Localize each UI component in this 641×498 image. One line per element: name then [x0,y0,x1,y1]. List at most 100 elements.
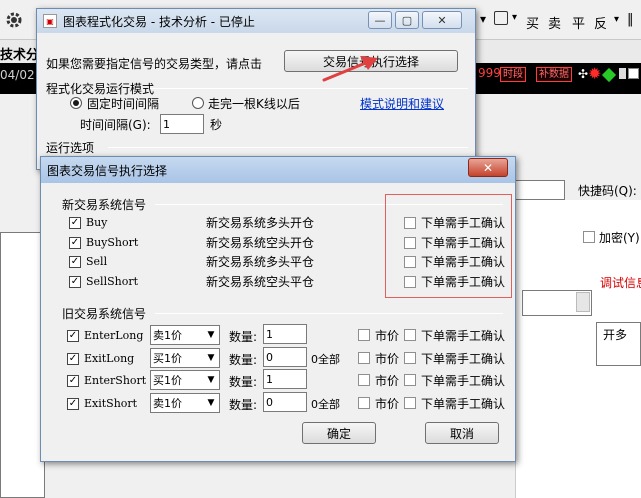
cancel-button[interactable]: 取消 [425,422,499,444]
entershort-signal-name: EnterShort [84,374,147,387]
entershort-qty-input[interactable]: 1 [263,369,307,389]
sellshort-checkbox[interactable]: ✓ [69,276,81,288]
chevron-down-icon[interactable]: ▼ [203,326,219,344]
sell-signal-name: Sell [86,255,108,268]
buy-checkbox[interactable]: ✓ [69,217,81,229]
exitshort-price-value: 卖1价 [153,397,182,410]
gear-icon[interactable] [4,10,24,30]
interval-input[interactable]: 1 [160,114,204,134]
cross-icon[interactable]: ✣ [578,67,588,81]
exitlong-market-label: 市价 [375,352,400,366]
entershort-market-checkbox[interactable] [358,374,370,386]
maximize-icon[interactable]: ▢ [395,11,419,29]
encrypt-checkbox[interactable] [583,231,595,243]
ok-button[interactable]: 确定 [302,422,376,444]
entershort-manual-label: 下单需手工确认 [421,374,506,388]
divider [150,88,468,89]
divider [108,147,468,148]
new-section-header: 新交易系统信号 [62,198,147,212]
sell-signal-desc: 新交易系统多头平仓 [206,255,315,269]
select-prompt: 如果您需要指定信号的交易类型，请点击 [46,57,263,71]
reverse-button[interactable]: 反 [594,13,607,32]
exitshort-signal-name: ExitShort [84,397,138,410]
scrollbar[interactable] [576,292,590,312]
dropdown-arrow-icon[interactable]: ▾ [480,12,486,26]
exitlong-qty-input[interactable]: 0 [263,347,307,367]
enterlong-signal-name: EnterLong [84,329,144,342]
enterlong-market-label: 市价 [375,329,400,343]
exitshort-qty-input[interactable]: 0 [263,392,307,412]
exitshort-price-select[interactable]: 卖1价 ▼ [150,393,220,413]
exitlong-price-select[interactable]: 买1价 ▼ [150,348,220,368]
signal-dialog-titlebar[interactable]: 图表交易信号执行选择 [41,157,515,183]
interval-unit: 秒 [210,118,223,132]
buyshort-signal-desc: 新交易系统空头开仓 [206,236,315,250]
shortcut-box[interactable] [515,180,565,200]
radio-kline-label: 走完一根K线以后 [208,97,300,111]
exitshort-all-label: 0全部 [311,398,340,411]
signal-dialog-title: 图表交易信号执行选择 [47,163,168,178]
save-icon[interactable] [494,11,508,25]
buy-button[interactable]: 买 [526,13,539,32]
enterlong-manual-checkbox[interactable] [404,329,416,341]
sellshort-signal-name: SellShort [86,275,139,288]
exitshort-checkbox[interactable]: ✓ [67,398,79,410]
app-logo-icon: ▣ [43,14,57,28]
buyshort-checkbox[interactable]: ✓ [69,237,81,249]
exitlong-market-checkbox[interactable] [358,352,370,364]
left-list [0,232,45,498]
exitlong-manual-checkbox[interactable] [404,352,416,364]
enterlong-manual-label: 下单需手工确认 [421,329,506,343]
chevron-down-icon[interactable]: ▾ [614,14,619,25]
minimize-icon[interactable]: — [368,11,392,29]
exitlong-checkbox[interactable]: ✓ [67,353,79,365]
star-icon: ✹ [588,64,602,83]
chevron-down-icon[interactable]: ▼ [203,394,219,412]
sell-checkbox[interactable]: ✓ [69,256,81,268]
window-icon[interactable] [628,68,639,79]
more-icon[interactable]: ‖ [627,12,634,27]
interval-label: 时间间隔(G): [80,118,151,132]
close-position-button[interactable]: 平 [572,13,585,32]
exitlong-price-value: 买1价 [153,352,182,365]
chevron-down-icon[interactable]: ▼ [203,349,219,367]
enterlong-checkbox[interactable]: ✓ [67,330,79,342]
tab-tech-analysis[interactable]: 技术分 [0,44,39,63]
entershort-price-value: 买1价 [153,374,182,387]
close-icon[interactable]: ✕ [422,11,462,29]
entershort-market-label: 市价 [375,374,400,388]
buy-signal-name: Buy [86,216,108,229]
divider [155,313,503,314]
exitlong-all-label: 0全部 [311,353,340,366]
radio-fixed-label: 固定时间间隔 [87,97,160,111]
enterlong-qty-input[interactable]: 1 [263,324,307,344]
buy-signal-desc: 新交易系统多头开仓 [206,216,315,230]
enterlong-qty-label: 数量: [229,330,258,344]
close-icon[interactable]: ✕ [468,158,508,177]
entershort-manual-checkbox[interactable] [404,374,416,386]
entershort-qty-label: 数量: [229,375,258,389]
exitshort-market-label: 市价 [375,397,400,411]
annotation-arrow-icon [322,56,378,82]
chevron-down-icon[interactable]: ▾ [512,12,517,23]
tag-fill-data[interactable]: 补数据 [536,67,572,82]
enterlong-price-value: 卖1价 [153,329,182,342]
encrypt-label: 加密(Y) [599,231,640,245]
entershort-checkbox[interactable]: ✓ [67,375,79,387]
tag-session[interactable]: 时段 [500,67,526,82]
enterlong-price-select[interactable]: 卖1价 ▼ [150,325,220,345]
exitshort-manual-label: 下单需手工确认 [421,397,506,411]
exitshort-market-checkbox[interactable] [358,397,370,409]
exitlong-manual-label: 下单需手工确认 [421,352,506,366]
entershort-price-select[interactable]: 买1价 ▼ [150,370,220,390]
enterlong-market-checkbox[interactable] [358,329,370,341]
sellshort-signal-desc: 新交易系统空头平仓 [206,275,315,289]
radio-fixed-interval[interactable] [70,97,82,109]
radio-kline[interactable] [192,97,204,109]
mode-help-link[interactable]: 模式说明和建议 [360,95,444,112]
sell-button[interactable]: 卖 [548,13,561,32]
chevron-down-icon[interactable]: ▼ [203,371,219,389]
trading-window-title: 图表程式化交易 - 技术分析 - 已停止 [63,14,255,29]
panel-handle[interactable] [619,68,626,79]
exitshort-manual-checkbox[interactable] [404,397,416,409]
